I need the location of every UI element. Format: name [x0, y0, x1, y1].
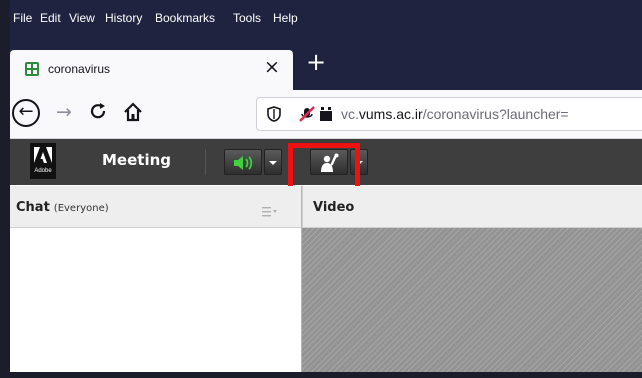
adobe-logo-text: Adobe	[34, 168, 52, 174]
tab-title: coronavirus	[48, 62, 111, 76]
url-text[interactable]: vc.vums.ac.ir/coronavirus?launcher=	[341, 106, 569, 122]
menu-view[interactable]: View	[69, 11, 95, 25]
adobe-a-icon	[34, 147, 52, 163]
site-favicon-icon	[25, 62, 39, 76]
adobe-logo: Adobe	[30, 143, 56, 179]
menu-bar: File Edit View History Bookmarks Tools H…	[10, 0, 642, 40]
chat-pod-header: Chat (Everyone)	[10, 186, 301, 228]
tab-strip: coronavirus × +	[10, 40, 642, 90]
video-area	[302, 228, 642, 372]
highlight-annotation-box	[288, 143, 360, 191]
video-pod-title: Video	[313, 200, 355, 215]
video-pod: Video	[302, 186, 642, 372]
speaker-button[interactable]	[224, 149, 262, 175]
tab-close-icon[interactable]: ×	[264, 57, 280, 77]
menu-help[interactable]: Help	[273, 11, 298, 25]
pod-options-icon[interactable]	[262, 202, 278, 217]
menu-edit[interactable]: Edit	[40, 11, 61, 25]
url-host: vums.ac.ir	[358, 106, 423, 122]
window-left-border	[0, 0, 10, 378]
url-bar[interactable]: vc.vums.ac.ir/coronavirus?launcher=	[256, 97, 642, 131]
appbar-divider	[205, 149, 206, 175]
chat-title-text: Chat	[16, 200, 50, 215]
forward-button[interactable]: →	[56, 101, 72, 123]
camera-blocked-icon[interactable]	[319, 106, 333, 122]
window-bottom-border	[0, 372, 642, 378]
back-button[interactable]: ←	[12, 99, 40, 127]
url-prefix: vc.	[341, 106, 359, 122]
new-tab-button[interactable]: +	[306, 50, 326, 74]
meeting-layout: Chat (Everyone) Video	[10, 186, 642, 372]
url-path: /coronavirus?launcher=	[422, 106, 569, 122]
menu-history[interactable]: History	[105, 11, 142, 25]
video-pod-header: Video	[302, 186, 642, 228]
menu-tools[interactable]: Tools	[233, 11, 261, 25]
home-icon[interactable]	[122, 101, 144, 123]
chat-pod-title: Chat (Everyone)	[16, 200, 109, 215]
tab-coronavirus[interactable]: coronavirus ×	[10, 50, 293, 90]
tracking-shield-icon[interactable]	[267, 106, 281, 122]
speaker-icon	[234, 156, 253, 170]
chat-pod: Chat (Everyone)	[10, 186, 302, 372]
navigation-bar: ← → vc.vums.ac.ir/coronavirus?launcher=	[10, 90, 642, 139]
meeting-menu[interactable]: Meeting	[102, 151, 171, 169]
chat-audience-label: (Everyone)	[53, 203, 109, 214]
reload-icon[interactable]	[88, 101, 110, 123]
microphone-blocked-icon[interactable]	[299, 106, 315, 122]
menu-bookmarks[interactable]: Bookmarks	[155, 11, 215, 25]
menu-file[interactable]: File	[13, 11, 32, 25]
speaker-dropdown-button[interactable]	[264, 149, 282, 175]
